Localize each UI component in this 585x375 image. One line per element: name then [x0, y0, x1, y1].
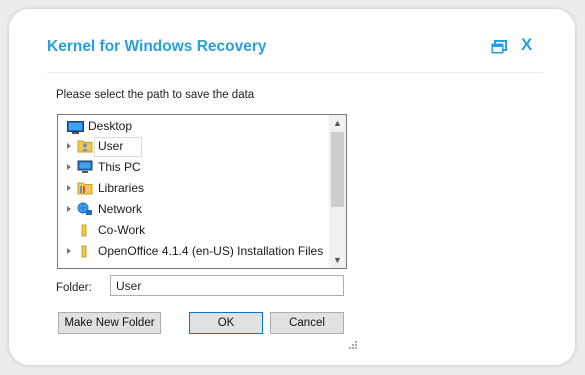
tree-item-this-pc[interactable]: This PC [58, 157, 328, 178]
tree-scrollbar[interactable]: ▲ ▼ [329, 115, 346, 268]
folder-tree[interactable]: Desktop User This PC Libraries Network C… [57, 114, 347, 269]
tree-item-label: Desktop [88, 119, 133, 133]
folder-icon [77, 181, 93, 195]
folder-label: Folder: [56, 282, 92, 294]
dialog-title: Kernel for Windows Recovery [47, 38, 267, 55]
tree-item-network[interactable]: Network [58, 199, 328, 220]
tree-item-label: This PC [98, 160, 141, 174]
computer-icon [77, 160, 93, 174]
user-folder-icon [77, 139, 93, 153]
tree-item-label: Network [98, 202, 143, 216]
scroll-thumb[interactable] [331, 132, 344, 207]
desktop-icon [67, 120, 84, 134]
tree-item-libraries[interactable]: Libraries [58, 178, 328, 199]
folder-input[interactable] [110, 275, 344, 296]
scroll-up-arrow-icon[interactable]: ▲ [329, 115, 346, 131]
network-icon [77, 202, 93, 216]
tree-item-label: Libraries [98, 181, 145, 195]
cancel-button[interactable]: Cancel [270, 312, 344, 334]
tree-item-desktop[interactable]: Desktop [58, 116, 328, 137]
title-separator [47, 72, 543, 73]
instruction-text: Please select the path to save the data [56, 89, 255, 101]
expand-arrow-icon[interactable] [67, 185, 71, 191]
restore-icon[interactable] [491, 40, 507, 54]
save-path-dialog: Kernel for Windows Recovery X Please sel… [9, 9, 575, 365]
resize-grip-icon[interactable] [349, 336, 357, 349]
tree-item-co-work[interactable]: Co-Work [58, 220, 328, 241]
folder-icon [77, 244, 93, 258]
make-new-folder-button[interactable]: Make New Folder [58, 312, 161, 334]
tree-item-openoffice[interactable]: OpenOffice 4.1.4 (en-US) Installation Fi… [58, 241, 328, 262]
tree-item-label: User [98, 139, 124, 153]
tree-item-label: OpenOffice 4.1.4 (en-US) Installation Fi… [98, 244, 324, 258]
expand-arrow-icon[interactable] [67, 143, 71, 149]
tree-item-user[interactable]: User [58, 136, 328, 157]
close-icon[interactable]: X [521, 35, 537, 55]
scroll-down-arrow-icon[interactable]: ▼ [329, 252, 346, 268]
expand-arrow-icon[interactable] [67, 164, 71, 170]
tree-item-label: Co-Work [98, 223, 146, 237]
expand-arrow-icon[interactable] [67, 206, 71, 212]
expand-arrow-icon[interactable] [67, 248, 71, 254]
folder-icon [77, 223, 93, 237]
ok-button[interactable]: OK [189, 312, 263, 334]
